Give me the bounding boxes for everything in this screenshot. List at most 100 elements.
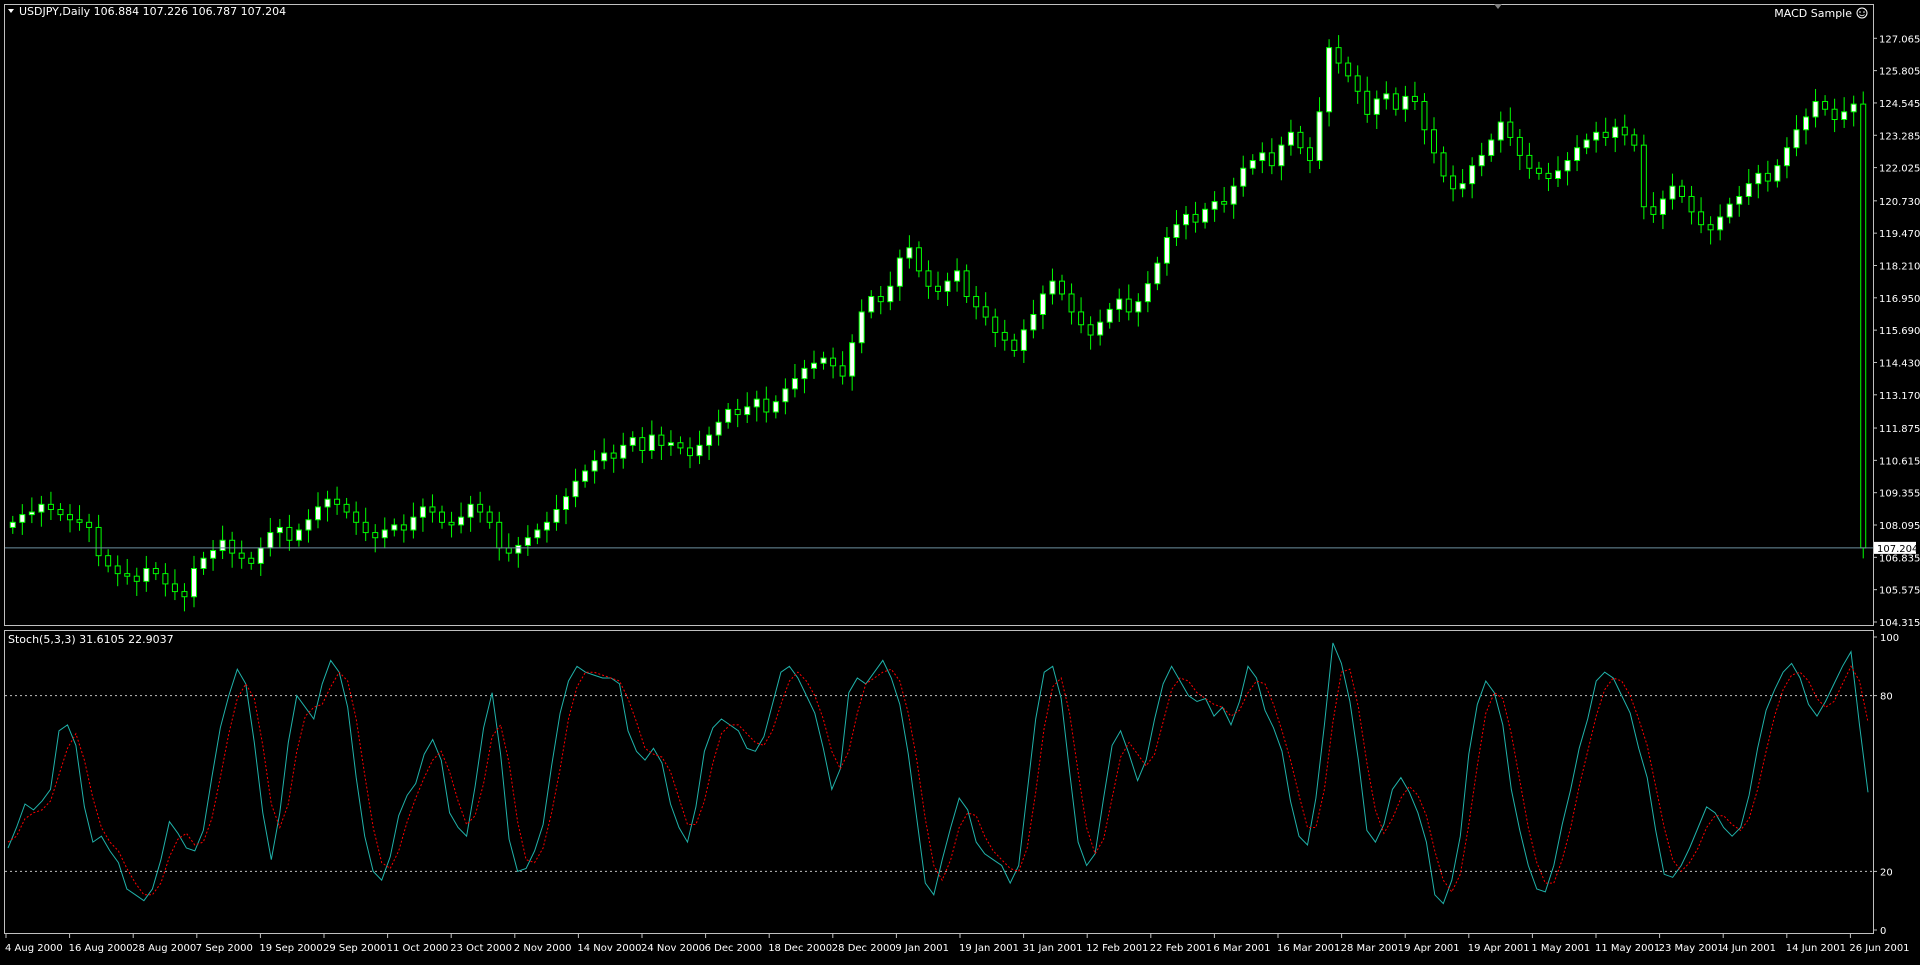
candle — [1297, 125, 1304, 155]
candle — [1345, 56, 1352, 83]
candle — [477, 491, 484, 523]
candle — [1221, 186, 1228, 213]
candle — [1001, 319, 1008, 351]
svg-text:105.575: 105.575 — [1879, 586, 1920, 597]
candle — [677, 436, 684, 455]
smiley-icon[interactable] — [1856, 7, 1868, 19]
candle — [1764, 160, 1771, 192]
candle — [1268, 138, 1275, 175]
svg-text:26 Jun 2001: 26 Jun 2001 — [1849, 943, 1909, 954]
svg-text:19 Jan 2001: 19 Jan 2001 — [959, 943, 1019, 954]
candle — [1059, 274, 1065, 301]
candle — [1726, 197, 1733, 224]
candle — [763, 386, 770, 423]
price-tick: 118.210 — [1873, 261, 1920, 272]
date-tick: 26 Jun 2001 — [1849, 934, 1910, 954]
candle — [543, 511, 550, 543]
price-tick: 113.170 — [1873, 391, 1920, 402]
candle — [1850, 95, 1857, 127]
candle — [1354, 65, 1361, 104]
price-tick: 110.615 — [1873, 456, 1920, 467]
price-tick: 104.315 — [1873, 618, 1920, 629]
candle — [133, 567, 140, 596]
svg-text:111.875: 111.875 — [1879, 424, 1920, 435]
date-tick: 28 Dec 2000 — [832, 934, 896, 954]
svg-text:20: 20 — [1880, 867, 1893, 878]
stoch-tick: 0 — [1873, 926, 1886, 937]
candle — [1125, 284, 1132, 321]
price-tick: 109.355 — [1873, 489, 1920, 500]
candle — [152, 562, 159, 581]
trading-chart[interactable]: 107.204 127.065 125.805 124.545 123.285 122.… — [0, 0, 1920, 961]
candle — [219, 525, 226, 560]
candle — [1755, 164, 1762, 199]
candle — [648, 420, 655, 459]
candle — [1278, 136, 1285, 181]
svg-text:122.025: 122.025 — [1879, 164, 1920, 175]
price-tick: 116.950 — [1873, 294, 1920, 305]
candle — [791, 364, 798, 398]
candle — [1173, 210, 1180, 246]
candle — [1068, 283, 1075, 325]
price-tick: 108.095 — [1873, 521, 1920, 532]
price-tick: 120.730 — [1873, 197, 1920, 208]
svg-text:11 May 2001: 11 May 2001 — [1595, 943, 1660, 954]
candle — [715, 409, 722, 446]
candle — [305, 509, 312, 543]
candle — [439, 505, 445, 529]
expert-label[interactable]: MACD Sample — [1774, 7, 1852, 20]
symbol-dropdown-icon[interactable] — [8, 9, 14, 13]
candle — [858, 299, 865, 354]
svg-text:106.835: 106.835 — [1879, 553, 1920, 564]
candle — [667, 430, 674, 456]
price-tick: 122.025 — [1873, 164, 1920, 175]
candle — [410, 502, 417, 539]
svg-text:125.805: 125.805 — [1879, 67, 1920, 78]
date-tick: 4 Jun 2001 — [1722, 934, 1776, 954]
svg-text:116.950: 116.950 — [1879, 294, 1920, 305]
candle — [19, 504, 26, 535]
date-tick: 16 Aug 2000 — [69, 934, 133, 954]
candle — [1440, 146, 1447, 183]
candle — [1631, 128, 1638, 152]
candle — [1202, 202, 1209, 229]
svg-text:19 Sep 2000: 19 Sep 2000 — [259, 943, 322, 954]
svg-text:0: 0 — [1880, 926, 1886, 937]
candle — [1535, 161, 1542, 180]
candle — [658, 426, 665, 460]
candle — [1411, 81, 1418, 111]
candle — [1640, 134, 1647, 220]
candle — [1688, 185, 1695, 225]
candle — [353, 501, 360, 535]
candle — [1497, 111, 1504, 153]
svg-text:115.690: 115.690 — [1879, 326, 1920, 337]
candle — [286, 514, 293, 551]
candle — [639, 427, 646, 464]
chart-canvas[interactable]: 107.204 127.065 125.805 124.545 123.285 122.… — [0, 0, 1920, 961]
candle — [458, 502, 465, 534]
candle — [162, 563, 169, 597]
date-tick: 9 Apr 2001 — [1404, 934, 1460, 954]
date-tick: 1 May 2001 — [1531, 934, 1590, 954]
date-tick: 7 Sep 2000 — [196, 934, 253, 954]
candle — [1316, 97, 1323, 170]
candle — [1612, 118, 1619, 153]
price-tick: 106.835 — [1873, 553, 1920, 564]
candle — [1011, 333, 1018, 357]
date-axis-ticks: 4 Aug 2000 16 Aug 2000 28 Aug 2000 7 Sep 20… — [5, 934, 1910, 954]
candle — [1030, 299, 1037, 339]
candle — [210, 540, 217, 571]
candle — [1402, 85, 1409, 122]
svg-text:110.615: 110.615 — [1879, 456, 1920, 467]
candle — [1135, 293, 1142, 327]
candle — [1192, 201, 1199, 233]
scroll-marker-icon[interactable] — [1494, 4, 1502, 9]
svg-text:109.355: 109.355 — [1879, 489, 1920, 500]
candle — [982, 292, 989, 326]
price-tick: 105.575 — [1873, 586, 1920, 597]
candle — [1211, 191, 1218, 222]
candle — [86, 513, 93, 543]
candle — [1822, 95, 1829, 116]
symbol-info: USDJPY,Daily 106.884 107.226 106.787 107… — [19, 5, 286, 18]
candle — [1087, 316, 1094, 350]
